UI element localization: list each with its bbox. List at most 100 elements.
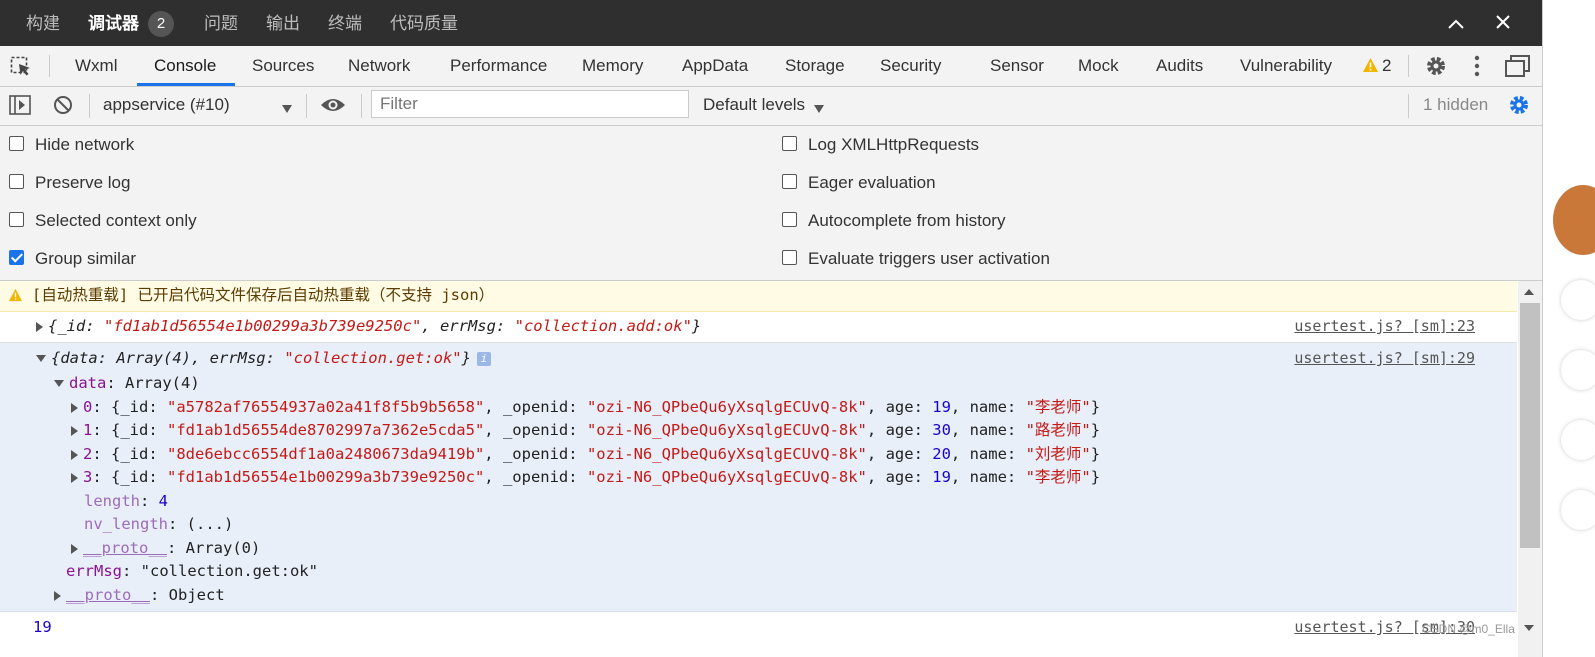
collapse-arrow-icon[interactable] [36, 355, 46, 362]
console-toolbar: appservice (#10) Default levels 1 hidden [0, 87, 1542, 126]
proto-object-property[interactable]: __proto__: Object [54, 584, 225, 607]
array-item[interactable]: 1: {_id: "fd1ab1d56554de8702997a7362e5cd… [71, 419, 1100, 442]
source-link[interactable]: usertest.js? [sm]:23 [1294, 317, 1475, 335]
object-summary[interactable]: {_id: "fd1ab1d56554e1b00299a3b739e9250c"… [36, 315, 701, 338]
item-openid: "ozi-N6_QPbeQu6yXsqlgECUvQ-8k" [586, 421, 867, 439]
checkbox[interactable] [782, 174, 797, 189]
collapse-arrow-icon[interactable] [54, 380, 64, 387]
sidebar-toggle-icon[interactable] [9, 95, 31, 120]
tab-security[interactable]: Security [880, 46, 941, 86]
item-index: 0 [83, 398, 93, 416]
close-icon[interactable] [1490, 10, 1516, 36]
chevron-up-icon[interactable] [1443, 10, 1469, 36]
circle-decoration [1561, 490, 1595, 530]
checkbox[interactable] [782, 250, 797, 265]
object-summary[interactable]: {data: Array(4), errMsg: "collection.get… [36, 347, 491, 370]
tab-debugger[interactable]: 调试器 [88, 0, 139, 46]
checkbox[interactable] [782, 212, 797, 227]
tab-terminal[interactable]: 终端 [328, 0, 362, 46]
background-window-edge [1543, 0, 1595, 657]
checkbox[interactable] [9, 174, 24, 189]
expand-arrow-icon[interactable] [71, 402, 78, 413]
devtools-panel: 构建 调试器 2 问题 输出 终端 代码质量 Wxml Console Sour… [0, 0, 1543, 657]
expand-arrow-icon[interactable] [54, 590, 61, 601]
warning-message: [自动热重载] 已开启代码文件保存后自动热重载（不支持 json） [0, 281, 1517, 312]
gear-icon[interactable] [1424, 54, 1448, 83]
log-message-expanded: {data: Array(4), errMsg: "collection.get… [0, 343, 1517, 612]
debugger-badge: 2 [148, 11, 174, 37]
top-tab-bar: 构建 调试器 2 问题 输出 终端 代码质量 [0, 0, 1542, 46]
option-label: Eager evaluation [808, 173, 936, 192]
eye-icon[interactable] [320, 95, 346, 120]
expand-arrow-icon[interactable] [36, 321, 43, 332]
warning-text: [自动热重载] 已开启代码文件保存后自动热重载（不支持 json） [32, 286, 495, 304]
tab-memory[interactable]: Memory [582, 46, 643, 86]
console-settings-icon[interactable] [1507, 93, 1531, 122]
tab-vulnerability[interactable]: Vulnerability [1240, 46, 1332, 86]
tab-storage[interactable]: Storage [785, 46, 845, 86]
expand-arrow-icon[interactable] [71, 472, 78, 483]
checkbox[interactable] [782, 136, 797, 151]
errmsg-value: "collection.add:ok" [514, 317, 692, 335]
option-label: Preserve log [35, 173, 131, 192]
tab-audits[interactable]: Audits [1156, 46, 1203, 86]
data-property[interactable]: data: Array(4) [54, 372, 200, 395]
checkbox[interactable] [9, 212, 24, 227]
item-name: "李老师" [1025, 398, 1091, 416]
context-select[interactable]: appservice (#10) [103, 87, 230, 123]
nv-length-property[interactable]: nv_length: (...) [84, 513, 233, 536]
tab-wxml[interactable]: Wxml [75, 46, 117, 86]
divider [49, 55, 50, 77]
tab-sensor[interactable]: Sensor [990, 46, 1044, 86]
tab-output[interactable]: 输出 [266, 0, 300, 46]
warning-icon [8, 288, 23, 306]
array-item[interactable]: 2: {_id: "8de6ebcc6554df1a0a2480673da941… [71, 443, 1100, 466]
tab-appdata[interactable]: AppData [682, 46, 748, 86]
array-item[interactable]: 0: {_id: "a5782af76554937a02a41f8f5b9b56… [71, 396, 1100, 419]
more-vertical-icon[interactable] [1470, 54, 1484, 83]
option-label: Group similar [35, 249, 137, 268]
scroll-up-arrow-icon[interactable] [1524, 289, 1534, 295]
dock-side-icon[interactable] [1505, 54, 1531, 83]
expand-arrow-icon[interactable] [71, 425, 78, 436]
avatar [1553, 185, 1595, 255]
option-label: Evaluate triggers user activation [808, 249, 1050, 268]
divider [361, 94, 362, 118]
warning-icon[interactable] [1362, 57, 1379, 78]
item-id: "fd1ab1d56554e1b00299a3b739e9250c" [167, 468, 485, 486]
array-item[interactable]: 3: {_id: "fd1ab1d56554e1b00299a3b739e925… [71, 466, 1100, 489]
info-icon[interactable]: i [476, 351, 491, 366]
circle-decoration [1561, 350, 1595, 390]
scrollbar-thumb[interactable] [1520, 303, 1540, 548]
tab-build[interactable]: 构建 [26, 0, 60, 46]
nv-length-value[interactable]: (...) [187, 515, 234, 533]
inspect-element-icon[interactable] [10, 56, 32, 83]
tab-problems[interactable]: 问题 [204, 0, 238, 46]
tab-performance[interactable]: Performance [450, 46, 547, 86]
tab-network[interactable]: Network [348, 46, 410, 86]
errmsg-value: "collection.get:ok" [140, 562, 318, 580]
source-link[interactable]: usertest.js? [sm]:29 [1294, 349, 1475, 367]
levels-dropdown[interactable]: Default levels [703, 87, 805, 123]
tab-code-quality[interactable]: 代码质量 [390, 0, 458, 46]
divider [306, 94, 307, 118]
expand-arrow-icon[interactable] [71, 543, 78, 554]
checkbox[interactable] [9, 136, 24, 151]
item-id: "a5782af76554937a02a41f8f5b9b5658" [167, 398, 485, 416]
active-tab-indicator [137, 83, 235, 86]
option-label: Hide network [35, 135, 135, 154]
checkbox-checked[interactable] [9, 250, 24, 265]
scroll-down-arrow-icon[interactable] [1524, 625, 1534, 631]
tab-console[interactable]: Console [154, 46, 216, 86]
filter-input[interactable] [371, 90, 689, 118]
levels-arrow-icon[interactable] [813, 101, 825, 119]
dropdown-arrow-icon[interactable] [281, 101, 293, 119]
console-scrollbar[interactable] [1518, 281, 1542, 657]
tab-sources[interactable]: Sources [252, 46, 314, 86]
tab-mock[interactable]: Mock [1078, 46, 1119, 86]
item-openid: "ozi-N6_QPbeQu6yXsqlgECUvQ-8k" [586, 398, 867, 416]
expand-arrow-icon[interactable] [71, 449, 78, 460]
warning-count[interactable]: 2 [1382, 46, 1391, 86]
proto-array-property[interactable]: __proto__: Array(0) [71, 537, 260, 560]
clear-console-icon[interactable] [53, 95, 73, 120]
